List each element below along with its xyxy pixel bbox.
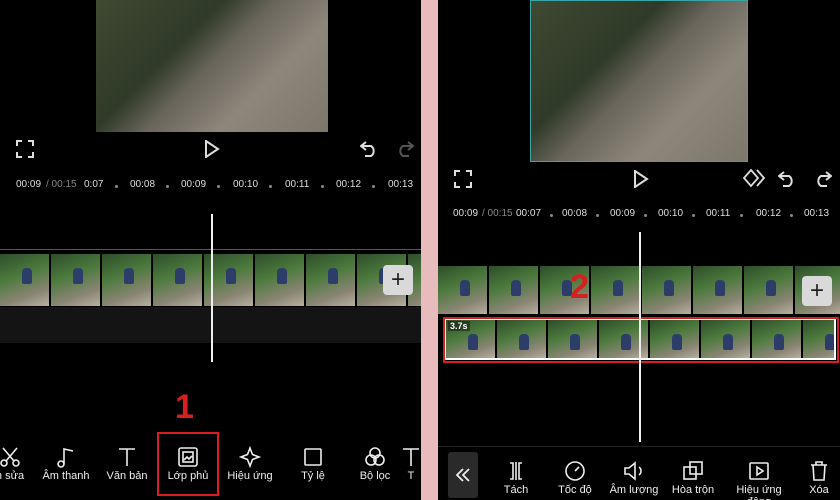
current-time: 00:09 xyxy=(453,208,479,219)
undo-icon[interactable] xyxy=(360,141,378,157)
tool-edit[interactable]: h sửa xyxy=(0,444,40,482)
timeline-ruler: 00:09 / 00:15 00:07 00:08 00:09 00:10 00… xyxy=(438,208,840,224)
sparkle-icon xyxy=(220,444,280,470)
tool-label: Tốc độ xyxy=(558,484,592,496)
ruler-tick: 00:13 xyxy=(388,179,414,190)
ratio-icon xyxy=(283,444,343,470)
tool-label: h sửa xyxy=(0,470,25,482)
double-chevron-left-icon xyxy=(455,467,471,483)
ruler-tick: 00:10 xyxy=(658,208,684,219)
current-time: 00:09 xyxy=(16,179,42,190)
fullscreen-icon[interactable] xyxy=(454,170,472,188)
ruler-tick: 00:12 xyxy=(756,208,782,219)
tool-blend[interactable]: Hòa trộn xyxy=(663,458,723,496)
total-time: / 00:15 xyxy=(482,208,513,219)
ruler-tick: 00:11 xyxy=(706,208,731,219)
volume-icon xyxy=(604,458,664,484)
playhead[interactable] xyxy=(211,214,213,362)
tool-label: Hiệu ứng động xyxy=(736,484,782,500)
keyframe-icon[interactable] xyxy=(743,168,765,188)
tool-label: Hòa trộn xyxy=(671,484,715,496)
text-icon xyxy=(97,444,157,470)
tool-label: Âm thanh xyxy=(42,470,90,482)
tool-label: Hiệu ứng xyxy=(227,470,273,482)
tool-animation[interactable]: Hiệu ứng động xyxy=(724,458,794,500)
animation-icon xyxy=(724,458,794,484)
ruler-tick: 00:13 xyxy=(804,208,830,219)
tool-label: T xyxy=(407,470,415,482)
ruler-tick: 00:09 xyxy=(610,208,636,219)
ruler-tick: 00:07 xyxy=(516,208,542,219)
playhead[interactable] xyxy=(639,232,641,442)
right-editor-panel: 00:09 / 00:15 00:07 00:08 00:09 00:10 00… xyxy=(438,0,840,500)
redo-icon[interactable] xyxy=(814,171,832,187)
play-icon[interactable] xyxy=(633,170,649,188)
add-clip-button[interactable]: + xyxy=(383,265,413,295)
text-icon xyxy=(396,444,421,470)
blend-icon xyxy=(663,458,723,484)
tool-label: Tách xyxy=(503,484,529,496)
tool-label: Văn bản xyxy=(106,470,148,482)
tool-delete[interactable]: Xóa xyxy=(794,458,840,496)
add-clip-button[interactable]: + xyxy=(802,276,832,306)
overlay-tool-highlight xyxy=(157,432,219,496)
redo-icon[interactable] xyxy=(396,141,414,157)
ruler-tick: 00:08 xyxy=(562,208,588,219)
toolbar-divider xyxy=(438,446,840,447)
tool-text[interactable]: Văn bản xyxy=(97,444,157,482)
overlay-track-highlight xyxy=(443,317,839,363)
undo-icon[interactable] xyxy=(778,171,796,187)
step-1-label: 1 xyxy=(175,388,194,426)
left-editor-panel: 00:09 / 00:15 0:07 00:08 00:09 00:10 00:… xyxy=(0,0,421,500)
timeline-ruler: 00:09 / 00:15 0:07 00:08 00:09 00:10 00:… xyxy=(0,179,421,195)
back-button[interactable] xyxy=(448,452,478,498)
tool-speed[interactable]: Tốc độ xyxy=(545,458,605,496)
ruler-tick: 00:11 xyxy=(285,179,310,190)
tool-label: Xóa xyxy=(809,484,829,496)
tool-volume[interactable]: Âm lượng xyxy=(604,458,664,496)
tool-effects[interactable]: Hiệu ứng xyxy=(220,444,280,482)
tool-label: Âm lượng xyxy=(609,484,659,496)
delete-icon xyxy=(794,458,840,484)
video-preview xyxy=(530,0,748,162)
total-time: / 00:15 xyxy=(46,179,77,190)
ruler-tick: 00:08 xyxy=(130,179,156,190)
play-icon[interactable] xyxy=(204,140,220,158)
tool-audio[interactable]: Âm thanh xyxy=(36,444,96,482)
fullscreen-icon[interactable] xyxy=(16,140,34,158)
ruler-tick: 00:09 xyxy=(181,179,207,190)
step-2-label: 2 xyxy=(570,268,589,306)
tool-ratio[interactable]: Tỷ lệ xyxy=(283,444,343,482)
ruler-tick: 00:10 xyxy=(233,179,259,190)
tool-split[interactable]: Tách xyxy=(486,458,546,496)
scissors-icon xyxy=(0,444,40,470)
split-icon xyxy=(486,458,546,484)
ruler-tick: 00:12 xyxy=(336,179,362,190)
ruler-tick: 0:07 xyxy=(84,179,104,190)
speed-icon xyxy=(545,458,605,484)
music-note-icon xyxy=(36,444,96,470)
tool-more[interactable]: T xyxy=(396,444,421,482)
video-preview xyxy=(96,0,328,132)
tool-label: Tỷ lệ xyxy=(301,470,325,482)
